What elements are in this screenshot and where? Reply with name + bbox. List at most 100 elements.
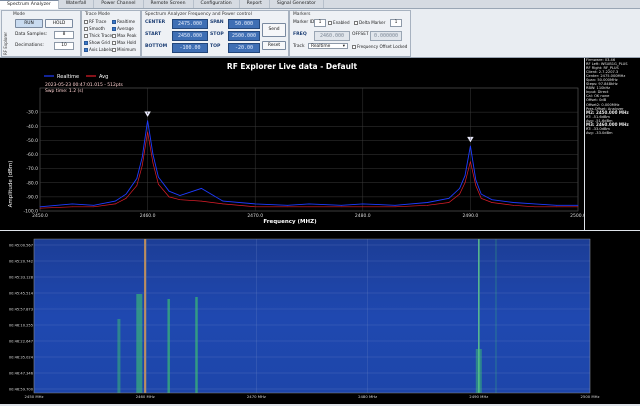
top-label: TOP (210, 44, 221, 49)
x-tick-label: 2450 MHz (25, 394, 44, 399)
data-point (179, 199, 181, 201)
enabled-checkbox[interactable]: Enabled (328, 20, 350, 25)
decimations-input[interactable]: 10 (54, 42, 74, 50)
data-point (201, 188, 202, 189)
data-point (179, 195, 181, 196)
data-point (534, 206, 536, 208)
data-point (158, 176, 159, 178)
start-field[interactable]: 2450.000 (172, 31, 208, 41)
show-grid-checkbox[interactable]: Show Grid (84, 40, 110, 45)
hold-button[interactable]: HOLD (45, 19, 73, 28)
stop-field[interactable]: 2500.000 (228, 31, 260, 41)
minimum-checkbox[interactable]: Minimum (112, 47, 136, 52)
top-field[interactable]: -20.00 (228, 43, 260, 53)
signal-trace (167, 299, 170, 393)
data-point (556, 205, 557, 206)
checkbox-label: Max Hold (117, 40, 137, 45)
checkbox-icon (112, 33, 116, 38)
tab-signal-generator[interactable]: Signal Generator (270, 0, 324, 8)
data-point (577, 206, 579, 208)
offset-field[interactable]: 0.000000 (370, 31, 402, 41)
run-button[interactable]: RUN (15, 19, 43, 28)
offset-label: OFFSET (352, 32, 369, 37)
smooth-checkbox[interactable]: Smooth (84, 26, 105, 31)
marker-id-label: 2 (469, 136, 471, 140)
marker-id-label: 1 (147, 111, 149, 115)
data-point (448, 197, 450, 199)
waterfall-view[interactable]: 2450 MHz 2460 MHz 2470 MHz 2480 MHz 2490 MHz… (0, 231, 640, 404)
y-tick-label: -60.0 (26, 152, 38, 158)
data-point (222, 203, 224, 205)
send-button[interactable]: Send (262, 23, 286, 37)
tab-remote-screen[interactable]: Remote Screen (144, 0, 194, 8)
data-point (254, 206, 256, 208)
x-tick-label: 2460.0 (140, 213, 156, 219)
x-tick-label: 2450.0 (32, 213, 48, 219)
data-point (427, 205, 428, 206)
data-point (158, 183, 159, 185)
thick-trace-checkbox[interactable]: Thick Trace (84, 33, 112, 38)
trace-mode-group: Trace Mode RF Trace Smooth Thick Trace Show… (81, 10, 141, 57)
checkbox-icon (84, 26, 88, 31)
frequency-control-group: Spectrum Analyzer Frequency and Power co… (141, 10, 289, 57)
track-value: Realtime (311, 44, 331, 49)
legend-label: Realtime (57, 74, 79, 80)
stop-label: STOP (210, 32, 224, 37)
checkbox-icon (84, 40, 88, 45)
y-tick-label: -40.0 (26, 124, 38, 130)
spectrum-plot[interactable]: RF Explorer Live data - Default Frequenc… (0, 58, 586, 230)
data-point (513, 205, 514, 206)
realtime-checkbox[interactable]: Realtime (112, 19, 135, 24)
y-tick-label: 00:46:59.700 (9, 387, 34, 391)
marker-freq-field[interactable]: 2460.000 (314, 31, 350, 41)
data-samples-input[interactable]: 8 (54, 31, 74, 39)
delta-marker-checkbox[interactable]: Delta Marker (354, 20, 385, 25)
y-tick-label: -50.0 (26, 138, 38, 144)
data-point (71, 203, 73, 205)
axis-labels-checkbox[interactable]: Axis Labels (84, 47, 112, 52)
data-point (168, 190, 170, 192)
tab-configuration[interactable]: Configuration (194, 0, 240, 8)
x-tick-label: 2460 MHz (136, 394, 155, 399)
bottom-field[interactable]: -100.00 (172, 43, 208, 53)
checkbox-icon (84, 47, 88, 52)
tab-waterfall[interactable]: Waterfall (59, 0, 95, 8)
track-select[interactable]: Realtime ▾ (308, 43, 348, 49)
data-point (464, 182, 466, 184)
freq-offset-locked-checkbox[interactable]: Frequency Offset Locked (352, 44, 407, 49)
y-tick-label: 00:46:10.255 (9, 323, 33, 327)
y-tick-label: -30.0 (26, 110, 38, 116)
checkbox-label: Thick Trace (89, 33, 113, 38)
side-label: RF Explorer (3, 31, 8, 55)
data-point (513, 202, 514, 203)
max-peak-checkbox[interactable]: Max Peak (112, 33, 137, 38)
data-point (491, 199, 493, 201)
data-point (141, 156, 143, 158)
data-point (141, 165, 143, 167)
data-point (308, 203, 310, 205)
marker-id-input[interactable]: 1 (314, 19, 326, 27)
data-point (394, 205, 396, 206)
tab-report[interactable]: Report (240, 0, 270, 8)
checkbox-icon (112, 47, 116, 52)
data-point (475, 185, 477, 186)
checkbox-icon (328, 20, 332, 25)
rf-trace-checkbox[interactable]: RF Trace (84, 19, 106, 24)
marker-freq-label: FREQ (293, 32, 307, 37)
checkbox-label: Max Peak (117, 33, 137, 38)
data-point (287, 206, 288, 208)
mode-group: RF Explorer Mode RUN HOLD Data Samples: … (1, 10, 81, 57)
max-hold-checkbox[interactable]: Max Hold (112, 40, 136, 45)
average-checkbox[interactable]: Average (112, 26, 134, 31)
tab-power-channel[interactable]: Power Channel (94, 0, 144, 8)
delta-marker-input[interactable]: 1 (390, 19, 402, 27)
span-field[interactable]: 50.000 (228, 19, 260, 29)
tab-spectrum-analyzer[interactable]: Spectrum Analyzer (0, 0, 59, 9)
marker-readout-avg: Avg: -33.0dBm (586, 130, 613, 135)
sweep-time-label: Swp time: 1.2 (s) (45, 88, 84, 94)
reset-button[interactable]: Reset (262, 41, 286, 50)
trace-mode-title: Trace Mode (85, 12, 111, 17)
center-field[interactable]: 2475.000 (172, 19, 208, 29)
y-tick-label: -90.0 (26, 194, 38, 200)
checkbox-label: Realtime (117, 19, 136, 24)
